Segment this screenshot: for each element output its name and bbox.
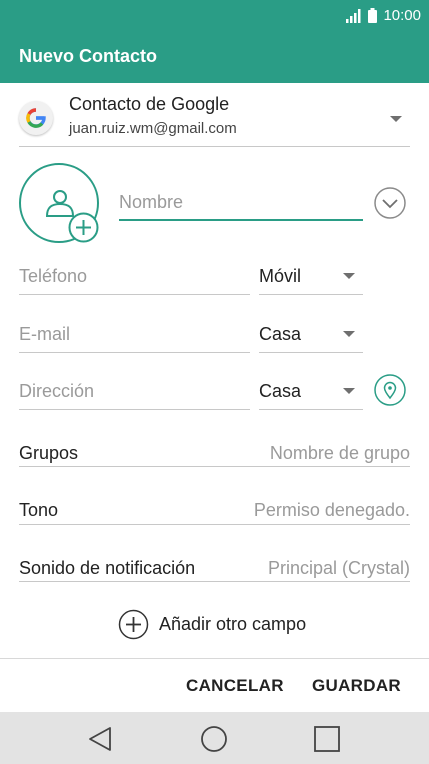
location-pin-icon[interactable] xyxy=(374,374,406,406)
email-type-dropdown-icon[interactable] xyxy=(343,331,355,337)
address-input[interactable]: Dirección xyxy=(19,381,94,402)
phone-underline xyxy=(19,294,250,295)
address-type-dropdown-icon[interactable] xyxy=(343,388,355,394)
email-underline xyxy=(19,352,250,353)
address-type-underline xyxy=(259,409,363,410)
save-button[interactable]: GUARDAR xyxy=(312,676,401,696)
email-type-underline xyxy=(259,352,363,353)
status-bar: 10:00 xyxy=(0,0,429,33)
ringtone-underline xyxy=(19,524,410,525)
email-input[interactable]: E-mail xyxy=(19,324,70,345)
expand-name-icon[interactable] xyxy=(374,187,406,219)
add-photo-icon[interactable] xyxy=(68,212,99,243)
account-type: Contacto de Google xyxy=(69,94,230,114)
battery-icon xyxy=(368,8,378,23)
back-icon[interactable] xyxy=(86,724,116,754)
address-type-select[interactable]: Casa xyxy=(259,381,301,402)
groups-underline xyxy=(19,466,410,467)
actions-divider xyxy=(0,658,429,659)
status-time: 10:00 xyxy=(383,7,421,24)
groups-value[interactable]: Nombre de grupo xyxy=(270,443,410,464)
add-field-button[interactable]: Añadir otro campo xyxy=(118,608,306,640)
signal-icon xyxy=(346,8,361,23)
notification-sound-label: Sonido de notificación xyxy=(19,558,196,578)
ringtone-value[interactable]: Permiso denegado. xyxy=(254,500,410,521)
recent-apps-icon[interactable] xyxy=(312,724,342,754)
add-circle-icon xyxy=(118,609,149,639)
address-underline xyxy=(19,409,250,410)
notification-sound-value[interactable]: Principal (Crystal) xyxy=(268,558,410,579)
notification-sound-underline xyxy=(19,581,410,582)
phone-type-select[interactable]: Móvil xyxy=(259,266,301,287)
account-dropdown-icon xyxy=(390,116,402,122)
email-type-select[interactable]: Casa xyxy=(259,324,301,345)
google-logo-icon xyxy=(19,101,53,135)
phone-type-dropdown-icon[interactable] xyxy=(343,273,355,279)
account-selector[interactable]: Contacto de Google juan.ruiz.wm@gmail.co… xyxy=(19,90,410,147)
home-icon[interactable] xyxy=(199,724,229,754)
ringtone-label: Tono xyxy=(19,500,59,520)
account-email: juan.ruiz.wm@gmail.com xyxy=(69,120,237,137)
phone-input[interactable]: Teléfono xyxy=(19,266,87,287)
add-field-label: Añadir otro campo xyxy=(159,613,307,634)
groups-label: Grupos xyxy=(19,443,79,463)
name-input[interactable]: Nombre xyxy=(119,192,183,213)
app-bar: Nuevo Contacto xyxy=(0,33,429,83)
phone-type-underline xyxy=(259,294,363,295)
page-title: Nuevo Contacto xyxy=(19,46,158,66)
system-nav-bar xyxy=(0,712,429,764)
name-input-underline xyxy=(119,219,363,221)
cancel-button[interactable]: CANCELAR xyxy=(186,676,284,696)
